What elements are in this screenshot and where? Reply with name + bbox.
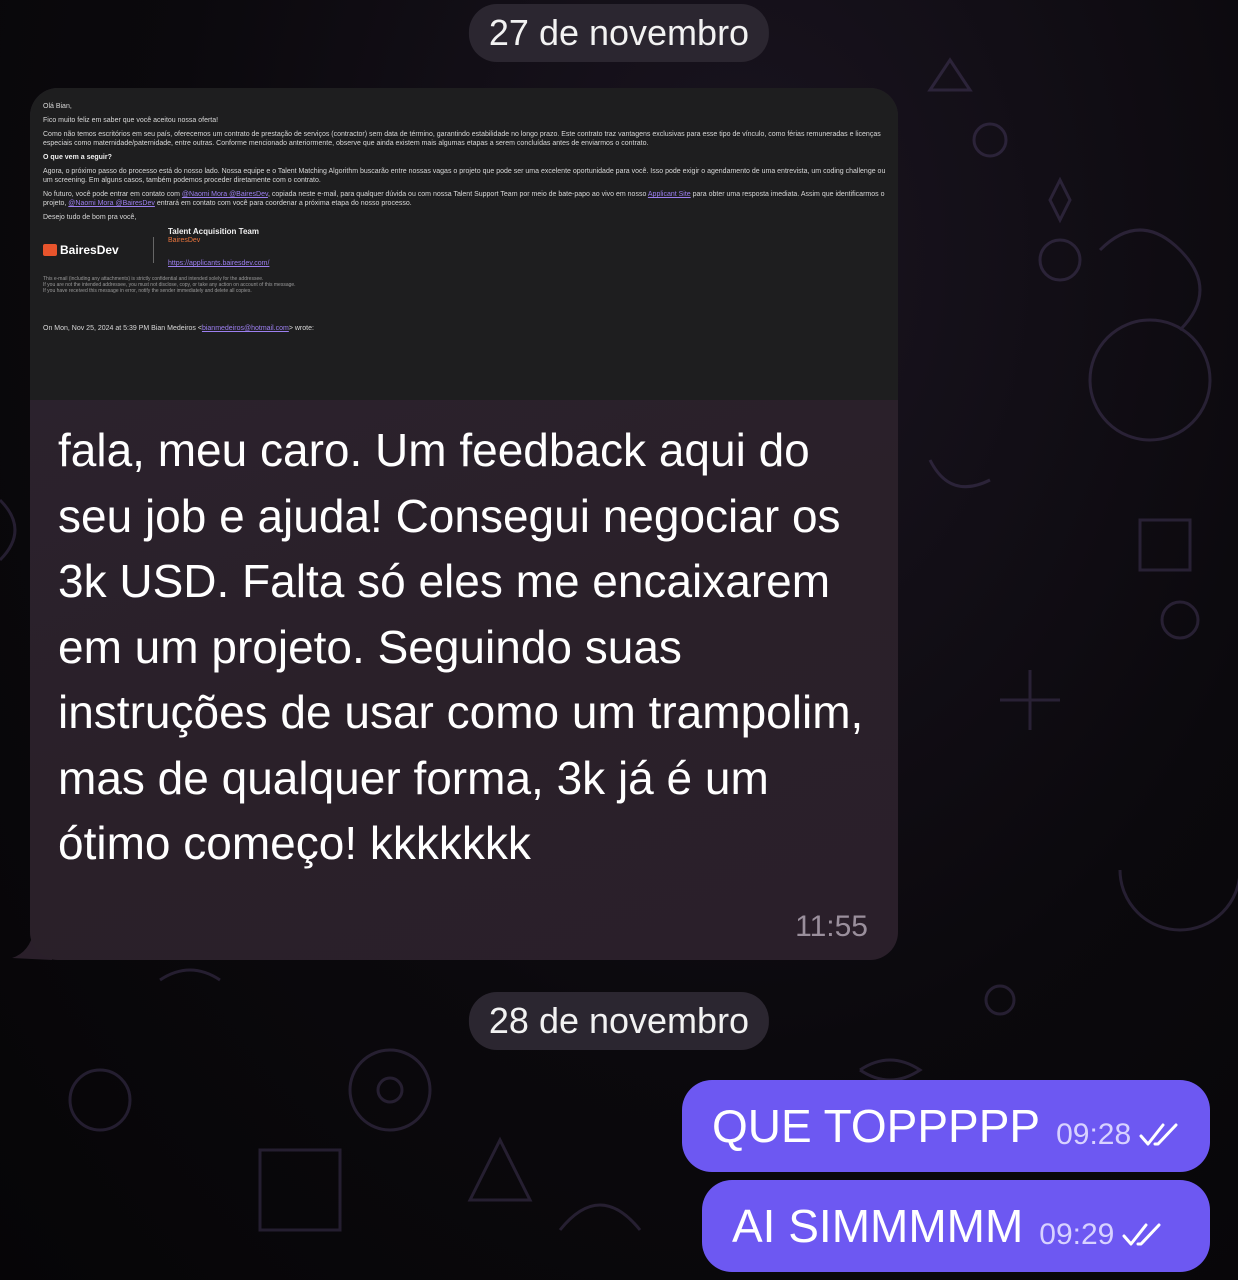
email-screenshot-image[interactable]: Olá Bian, Fico muito feliz em saber que …	[30, 88, 898, 400]
quote-text: > wrote:	[288, 325, 314, 332]
signature-link[interactable]: https://applicants.bairesdev.com/	[168, 259, 269, 268]
email-paragraph: Como não temos escritórios em seu país, …	[43, 131, 881, 147]
bairesdev-logo-icon	[43, 244, 57, 256]
email-disclaimer: This e-mail (including any attachments) …	[43, 276, 886, 294]
signature-company: BairesDev	[168, 237, 201, 244]
double-check-icon	[1122, 1223, 1161, 1246]
email-text: No futuro, você pode entrar em contato c…	[43, 191, 182, 198]
message-text: AI SIMMMMM	[732, 1200, 1024, 1252]
quote-text: On Mon, Nov 25, 2024 at 5:39 PM Bian Med…	[43, 325, 202, 332]
email-mention-link[interactable]: @Naomi Mora @BairesDev	[68, 200, 155, 207]
email-heading: O que vem a seguir?	[43, 154, 112, 161]
outgoing-message-bubble[interactable]: QUE TOPPPPP 09:28	[682, 1080, 1210, 1172]
signature-team: Talent Acquisition Team	[168, 227, 259, 236]
email-signature: BairesDev Talent Acquisition Team Baires…	[43, 227, 886, 268]
double-check-icon	[1139, 1123, 1178, 1146]
email-closing: Desejo tudo de bom pra você,	[43, 214, 137, 221]
message-text: fala, meu caro. Um feedback aqui do seu …	[58, 424, 864, 869]
incoming-message-bubble[interactable]: Olá Bian, Fico muito feliz em saber que …	[30, 88, 898, 960]
applicant-site-link[interactable]: Applicant Site	[648, 191, 691, 198]
bairesdev-logo: BairesDev	[43, 237, 154, 263]
date-separator: 28 de novembro	[468, 992, 770, 1050]
email-text: entrará em contato com você para coorden…	[154, 200, 412, 207]
message-text: QUE TOPPPPP	[712, 1100, 1041, 1152]
email-intro: Fico muito feliz em saber que você aceit…	[43, 117, 219, 124]
message-time: 09:29	[1039, 1218, 1115, 1251]
email-greeting: Olá Bian,	[43, 103, 72, 110]
email-mention-link[interactable]: @Naomi Mora @BairesDev	[182, 191, 268, 198]
email-paragraph: Agora, o próximo passo do processo está …	[43, 168, 886, 184]
email-paragraph: No futuro, você pode entrar em contato c…	[43, 190, 886, 208]
message-time: 09:28	[1056, 1118, 1132, 1151]
email-text: , copiada neste e-mail, para qualquer dú…	[267, 191, 648, 198]
email-quote-header: On Mon, Nov 25, 2024 at 5:39 PM Bian Med…	[43, 324, 886, 333]
logo-text: BairesDev	[60, 242, 119, 257]
message-time: 11:55	[795, 910, 868, 943]
outgoing-message-bubble[interactable]: AI SIMMMMM 09:29	[702, 1180, 1210, 1272]
date-separator: 27 de novembro	[468, 4, 770, 62]
quote-email-link[interactable]: bianmedeiros@hotmail.com	[202, 325, 289, 332]
